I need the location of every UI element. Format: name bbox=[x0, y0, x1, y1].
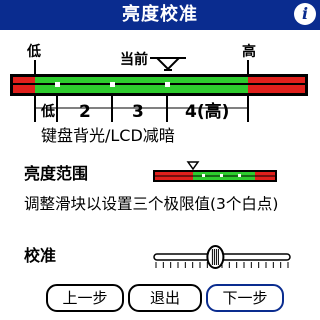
segment-label-3: 3 bbox=[132, 102, 144, 122]
prev-button[interactable]: 上一步 bbox=[46, 284, 124, 312]
range-pointer-icon bbox=[186, 161, 200, 171]
range-description: 调整滑块以设置三个极限值(3个白点) bbox=[24, 195, 279, 213]
window-title: 亮度校准 bbox=[122, 4, 198, 25]
range-mini-bar bbox=[153, 161, 277, 182]
calibrate-heading: 校准 bbox=[24, 246, 57, 265]
calibrate-slider[interactable] bbox=[150, 240, 295, 274]
slider-thumb[interactable] bbox=[206, 245, 225, 269]
segment-label-4-high: 4(高) bbox=[185, 102, 230, 122]
current-pointer-icon bbox=[150, 57, 186, 71]
info-icon[interactable]: i bbox=[294, 3, 316, 25]
low-marker-label: 低 bbox=[41, 104, 55, 120]
diagram-caption: 键盘背光/LCD减暗 bbox=[41, 126, 175, 145]
range-heading: 亮度范围 bbox=[24, 164, 89, 183]
exit-button[interactable]: 退出 bbox=[128, 284, 202, 312]
next-button[interactable]: 下一步 bbox=[206, 284, 284, 312]
segment-label-2: 2 bbox=[79, 102, 91, 122]
slider-thumb-knob bbox=[206, 245, 225, 269]
